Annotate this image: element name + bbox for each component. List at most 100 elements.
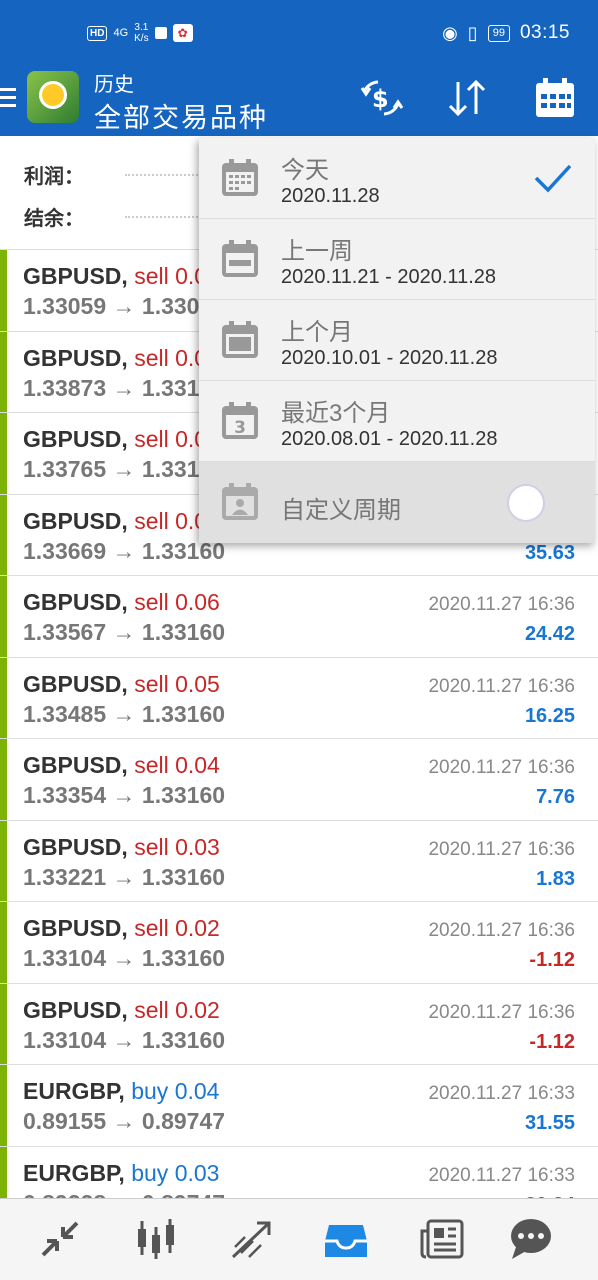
trade-time: 2020.11.27 16:33	[428, 1164, 575, 1186]
trade-row-marker	[0, 494, 7, 575]
period-today-title: 今天	[281, 157, 329, 184]
trade-symbol-line: GBPUSD, sell 0.08	[23, 426, 220, 453]
trade-time: 2020.11.27 16:36	[428, 1001, 575, 1023]
trade-profit: -1.12	[529, 949, 575, 971]
trade-row-marker	[0, 902, 7, 983]
notification-icon	[154, 27, 167, 39]
symbol-filter[interactable]: 全部交易品种	[94, 96, 268, 135]
balance-value-placeholder	[125, 216, 205, 218]
calendar-3-icon-text: 3	[234, 418, 246, 438]
trade-side: sell 0.04	[134, 752, 220, 778]
trade-symbol-line: GBPUSD, sell 0.09	[23, 345, 220, 372]
app-bar: 历史 全部交易品种 $	[0, 68, 598, 136]
status-left: HD 4G 3.1 K/s ✿	[87, 22, 193, 44]
chart-icon[interactable]	[133, 1217, 179, 1261]
bottom-nav	[0, 1198, 598, 1280]
trade-profit: 1.83	[536, 867, 575, 890]
trade-row[interactable]: EURGBP, buy 0.04 0.89155 → 0.89747 2020.11…	[0, 1065, 598, 1147]
trade-prices: 1.33567 → 1.33160	[23, 619, 226, 645]
calendar-icon[interactable]	[532, 76, 578, 120]
trade-row[interactable]: GBPUSD, sell 0.04 1.33354 → 1.33160 2020.1…	[0, 739, 598, 821]
period-dropdown: 今天 2020.11.28 上一周 2020.11.21 - 2020.11.2…	[199, 138, 595, 543]
trade-side: sell 0.02	[134, 915, 220, 941]
trade-side: sell 0.02	[134, 996, 220, 1023]
calendar-custom-icon	[222, 483, 258, 520]
trade-row[interactable]: GBPUSD, sell 0.03 1.33221 → 1.33160 2020.1…	[0, 820, 598, 902]
hd-indicator: HD	[87, 25, 108, 41]
page-title: 历史	[94, 74, 134, 96]
trade-prices: 1.33873 → 1.331	[23, 374, 200, 401]
trade-row-marker	[0, 739, 7, 820]
currency-exchange-icon[interactable]: $	[358, 76, 404, 120]
trade-symbol: GBPUSD,	[23, 915, 128, 941]
battery-icon: 99	[487, 24, 510, 42]
trade-icon[interactable]	[229, 1217, 275, 1261]
trade-profit: 16.25	[524, 704, 575, 727]
trade-row[interactable]: GBPUSD, sell 0.06 1.33567 → 1.33160 2020.1…	[0, 576, 598, 658]
period-last-month[interactable]: 上个月 2020.10.01 - 2020.11.28	[199, 300, 595, 381]
trade-row[interactable]: GBPUSD, sell 0.02 1.33104 → 1.33160 2020.1…	[0, 983, 598, 1065]
quotes-icon[interactable]	[37, 1217, 83, 1261]
period-custom[interactable]: 自定义周期	[199, 462, 595, 543]
app-notification-icon: ✿	[172, 24, 193, 42]
status-right: ◉ ▯ 99 03:15	[442, 22, 570, 44]
trade-row-marker	[0, 250, 7, 331]
network-speed-unit: K/s	[134, 33, 149, 44]
trade-symbol: GBPUSD,	[23, 263, 128, 289]
trade-symbol: EURGBP,	[23, 1159, 125, 1186]
trade-profit: 31.55	[524, 1112, 575, 1134]
trade-time: 2020.11.27 16:36	[428, 675, 575, 697]
trade-row[interactable]: GBPUSD, sell 0.02 1.33104 → 1.33160 2020.1…	[0, 902, 598, 984]
trade-symbol-line: EURGBP, buy 0.04	[23, 1078, 219, 1105]
period-today[interactable]: 今天 2020.11.28	[199, 138, 595, 219]
period-custom-title: 自定义周期	[281, 497, 401, 524]
signal-icon: 4G	[113, 26, 129, 39]
trade-side: sell 0.06	[134, 589, 220, 615]
calendar-day-icon	[222, 159, 258, 196]
period-last-week-date: 2020.11.21 - 2020.11.28	[281, 266, 496, 288]
trade-symbol-line: GBPUSD, sell 0.04	[23, 752, 220, 779]
check-icon	[534, 164, 572, 193]
sort-icon[interactable]	[444, 76, 490, 120]
trade-symbol: GBPUSD,	[23, 752, 128, 778]
trade-row-marker	[0, 413, 7, 494]
trade-row-marker	[0, 983, 7, 1064]
trade-row-marker	[0, 1065, 7, 1146]
trade-symbol: GBPUSD,	[23, 344, 128, 371]
trade-symbol-line: GBPUSD, sell 0.02	[23, 997, 220, 1024]
trade-symbol-line: GBPUSD, sell 0.05	[23, 671, 220, 698]
network-speed-value: 3.1	[134, 22, 149, 33]
trade-row-marker	[0, 576, 7, 657]
period-last-week[interactable]: 上一周 2020.11.21 - 2020.11.28	[199, 219, 595, 300]
trade-symbol: GBPUSD,	[23, 670, 128, 697]
trade-profit: 7.76	[536, 786, 575, 808]
trade-symbol-line: GBPUSD, sell 0.02	[23, 915, 220, 942]
chat-icon[interactable]	[508, 1217, 554, 1261]
balance-label: 结余：	[24, 208, 84, 230]
trade-prices: 1.33354 → 1.33160	[23, 782, 226, 808]
period-today-date: 2020.11.28	[281, 185, 380, 207]
news-icon[interactable]	[420, 1217, 466, 1261]
trade-prices: 0.89155 → 0.89747	[23, 1108, 226, 1134]
trade-profit: 35.63	[524, 541, 575, 564]
period-custom-radio[interactable]	[507, 484, 545, 522]
period-last-month-date: 2020.10.01 - 2020.11.28	[281, 347, 498, 369]
menu-icon[interactable]	[0, 88, 16, 110]
vibrate-icon: ▯	[467, 22, 478, 43]
history-icon[interactable]	[323, 1217, 369, 1261]
calendar-month-icon	[222, 321, 258, 358]
status-bar: HD 4G 3.1 K/s ✿ ◉ ▯ 99 03:15	[0, 0, 598, 68]
svg-text:$: $	[372, 85, 389, 113]
trade-side: buy 0.03	[131, 1159, 220, 1186]
trade-symbol-line: GBPUSD, sell 0.03	[23, 834, 220, 861]
trade-symbol: GBPUSD,	[23, 507, 128, 534]
trade-symbol-line: GBPUSD, sell 0.06	[23, 589, 220, 616]
trade-row-marker	[0, 657, 7, 738]
trade-prices: 1.33104 → 1.33160	[23, 1026, 226, 1053]
period-last-3-months[interactable]: 3 最近3个月 2020.08.01 - 2020.11.28	[199, 381, 595, 462]
trade-row[interactable]: GBPUSD, sell 0.05 1.33485 → 1.33160 2020.1…	[0, 657, 598, 739]
app-logo[interactable]	[27, 71, 79, 123]
profit-label: 利润：	[24, 166, 84, 188]
trade-row-marker	[0, 820, 7, 901]
trade-symbol-line: EURGBP, buy 0.03	[23, 1160, 219, 1187]
